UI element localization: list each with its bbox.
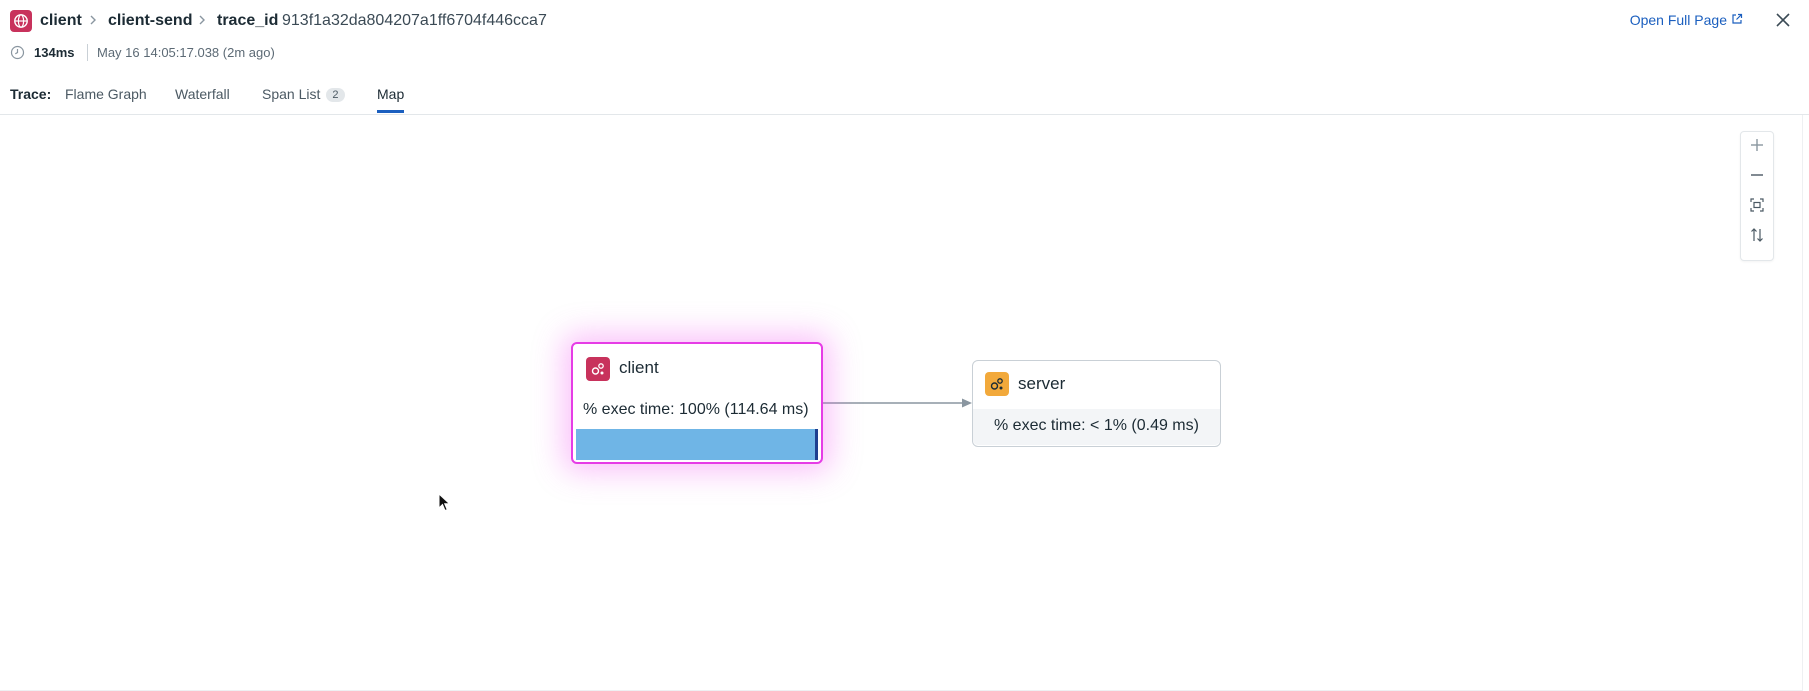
clock-icon xyxy=(10,45,25,60)
open-full-page-label: Open Full Page xyxy=(1629,12,1727,28)
service-node-server[interactable]: server % exec time: < 1% (0.49 ms) xyxy=(972,360,1221,447)
tab-map[interactable]: Map xyxy=(377,86,405,113)
service-map-canvas[interactable]: client % exec time: 100% (114.64 ms) ser… xyxy=(0,115,1803,691)
service-node-name: server xyxy=(1018,374,1066,393)
globe-icon xyxy=(10,10,32,32)
trace-view-tabs: Trace: Flame Graph Waterfall Span List 2 … xyxy=(0,80,1809,115)
open-full-page-link[interactable]: Open Full Page xyxy=(1630,12,1743,28)
edge-client-to-server xyxy=(823,398,972,408)
close-icon[interactable] xyxy=(1773,10,1793,30)
breadcrumb-service[interactable]: client xyxy=(40,11,82,31)
chevron-right-icon xyxy=(88,12,102,30)
tabs-label: Trace: xyxy=(10,86,52,102)
mouse-cursor-icon xyxy=(438,492,452,518)
span-count-badge: 2 xyxy=(326,88,345,102)
trace-panel: client client-send trace_id 913f1a32da80… xyxy=(0,0,1809,691)
service-node-exec-time: % exec time: < 1% (0.49 ms) xyxy=(973,409,1220,445)
tab-span-list[interactable]: Span List 2 xyxy=(262,86,345,113)
service-node-client[interactable]: client % exec time: 100% (114.64 ms) xyxy=(571,342,823,464)
tab-span-list-label: Span List xyxy=(262,86,321,102)
trace-duration: 134ms xyxy=(34,45,75,60)
service-gears-icon xyxy=(985,372,1009,396)
external-link-icon xyxy=(1731,12,1743,28)
exec-time-bar xyxy=(576,429,818,460)
chevron-right-icon xyxy=(197,12,211,30)
service-gears-icon xyxy=(586,357,610,381)
trace-meta: 134ms May 16 14:05:17.038 (2m ago) xyxy=(0,42,600,64)
tab-waterfall[interactable]: Waterfall xyxy=(175,86,230,113)
divider xyxy=(87,44,88,61)
tab-flame-graph[interactable]: Flame Graph xyxy=(65,86,147,113)
breadcrumb-trace-label: trace_id xyxy=(217,12,279,29)
trace-timestamp: May 16 14:05:17.038 (2m ago) xyxy=(97,45,275,60)
service-node-exec-time: % exec time: 100% (114.64 ms) xyxy=(583,401,809,418)
header-breadcrumb: client client-send trace_id 913f1a32da80… xyxy=(0,0,1809,42)
breadcrumb-operation[interactable]: client-send xyxy=(108,11,192,31)
service-node-name: client xyxy=(619,358,659,377)
trace-id-value[interactable]: 913f1a32da804207a1ff6704f446cca7 xyxy=(282,11,547,31)
